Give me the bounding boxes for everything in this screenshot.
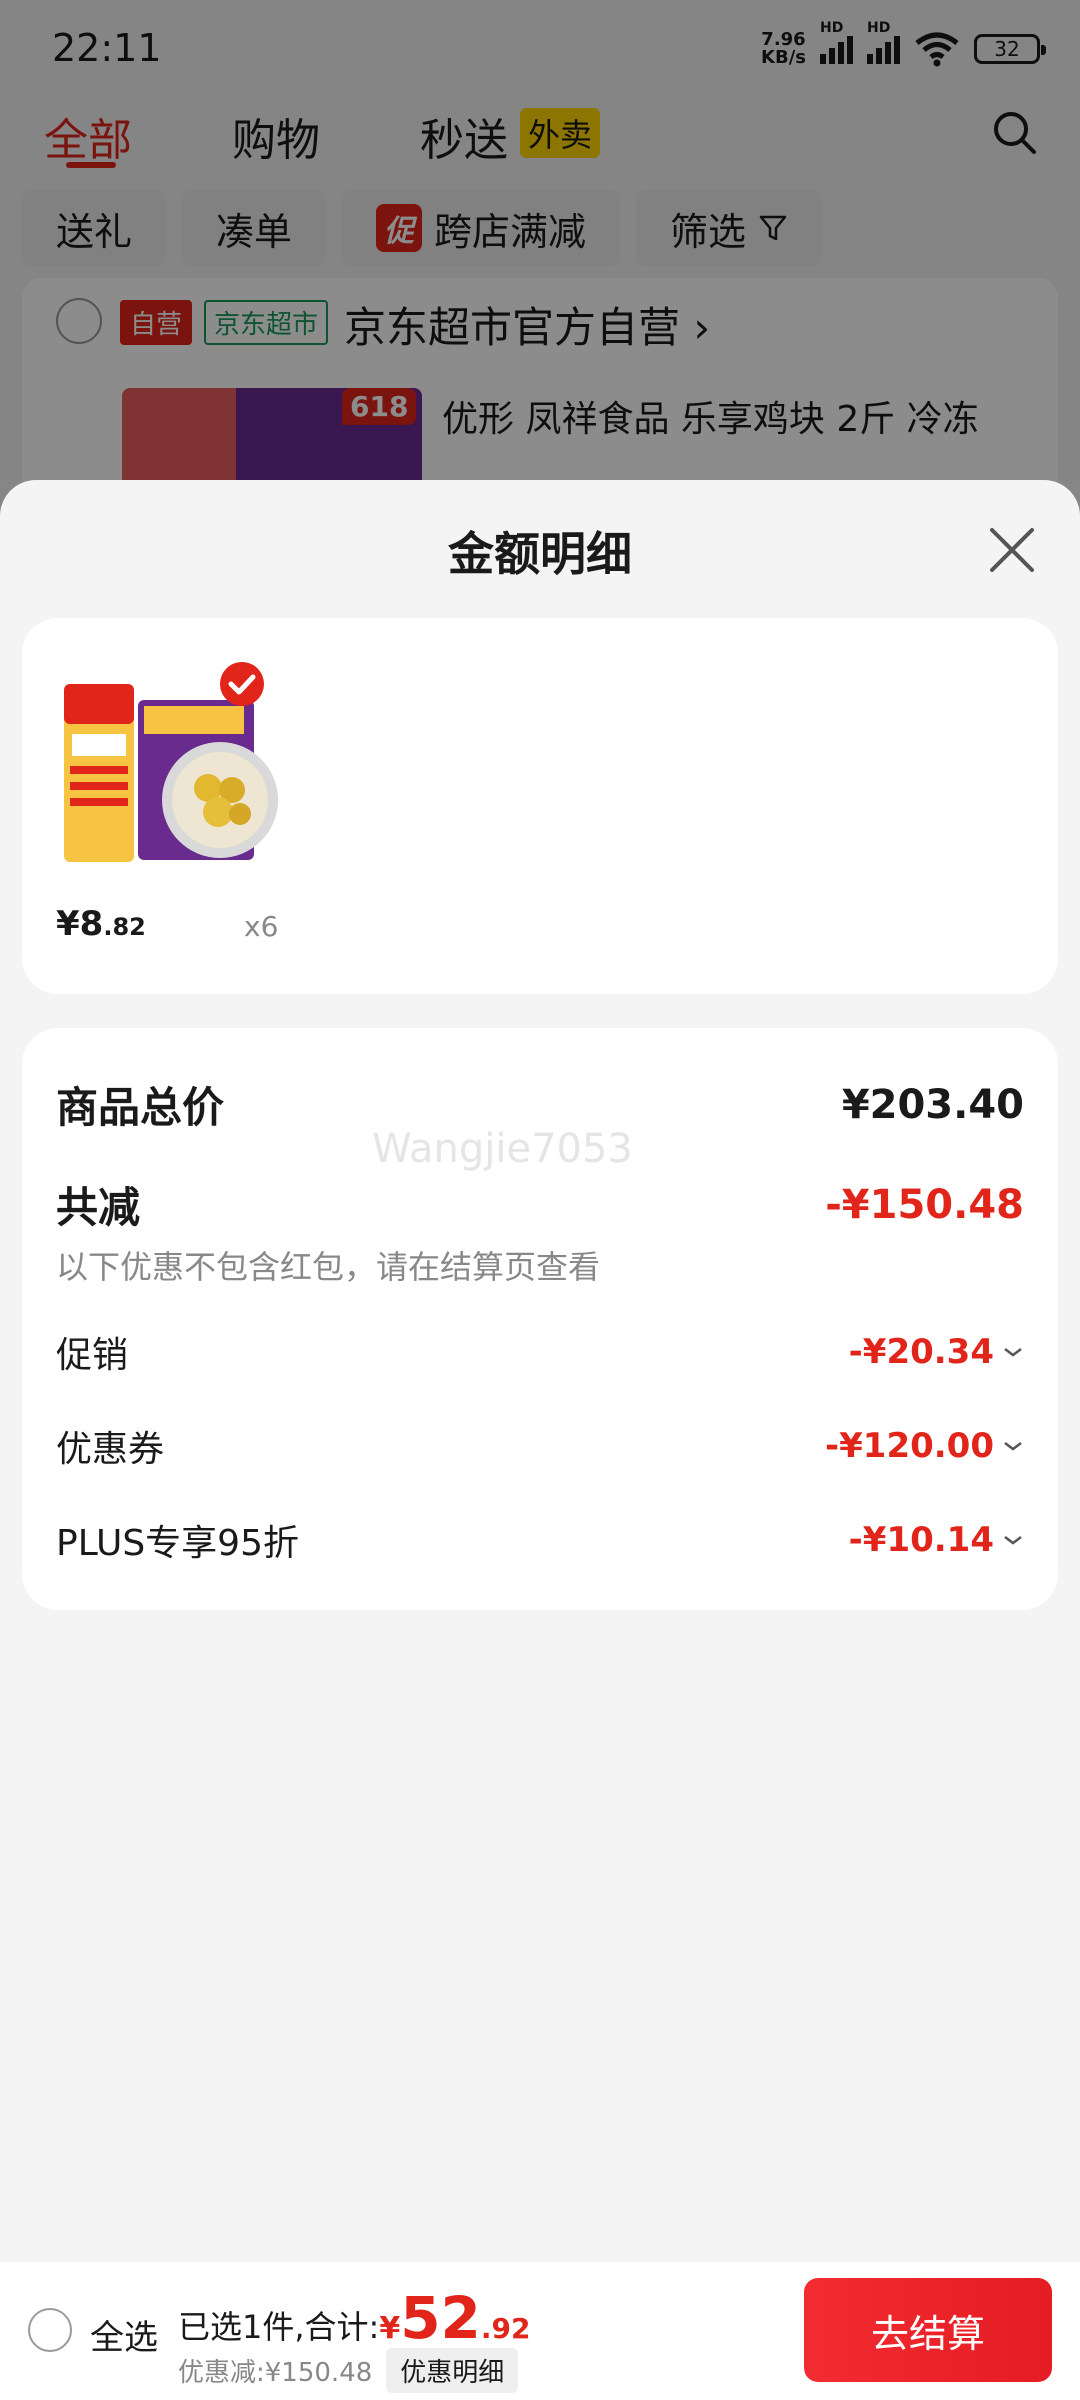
product-quantity: x6 (244, 910, 279, 943)
amount-detail-sheet: 金额明细 ¥8 .82 x6 Wangjie7053 商品总价 ¥203.40 … (0, 480, 1080, 2400)
promotion-row[interactable]: 促销 -¥20.34 (56, 1326, 1024, 1378)
chevron-down-icon (1004, 1536, 1022, 1545)
check-icon (220, 662, 264, 706)
amount-breakdown-card: Wangjie7053 商品总价 ¥203.40 共减 -¥150.48 以下优… (22, 1028, 1058, 1610)
total-amount: 52 (400, 2284, 481, 2352)
select-all-label[interactable]: 全选 (90, 2310, 158, 2359)
checkout-bar: 全选 已选1件,合计: ¥ 52 .92 优惠减:¥150.48 优惠明细 去结… (0, 2262, 1080, 2400)
select-all-radio[interactable] (28, 2308, 72, 2352)
discount-detail-button[interactable]: 优惠明细 (386, 2348, 519, 2393)
checkout-button[interactable]: 去结算 (804, 2278, 1052, 2382)
discount-summary: 优惠减:¥150.48 优惠明细 (178, 2348, 519, 2393)
reduction-note: 以下优惠不包含红包，请在结算页查看 (56, 1248, 601, 1286)
selected-products-card: ¥8 .82 x6 (22, 618, 1058, 994)
total-reduction-row: 共减 -¥150.48 (56, 1181, 1024, 1233)
chevron-down-icon (1004, 1442, 1022, 1451)
order-summary: 已选1件,合计: ¥ 52 .92 (178, 2284, 531, 2352)
goods-total-row: 商品总价 ¥203.40 (56, 1081, 1024, 1133)
sheet-title: 金额明细 (448, 527, 632, 581)
product-price: ¥8 .82 (56, 904, 146, 944)
coupon-row[interactable]: 优惠券 -¥120.00 (56, 1420, 1024, 1472)
plus-discount-row[interactable]: PLUS专享95折 -¥10.14 (56, 1514, 1024, 1566)
close-icon[interactable] (984, 522, 1040, 578)
chevron-down-icon (1004, 1348, 1022, 1357)
